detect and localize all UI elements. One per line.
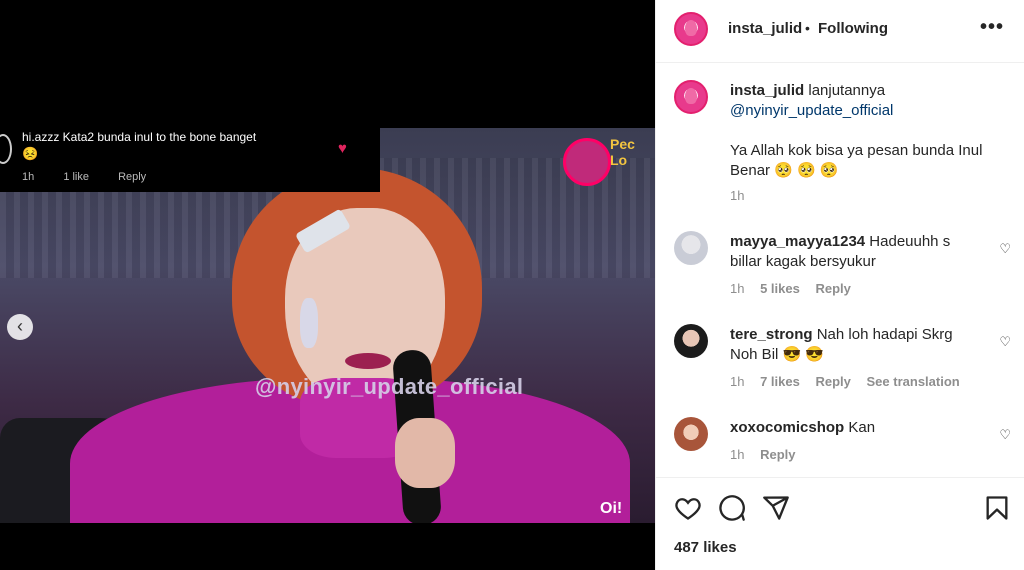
more-options-icon[interactable]: ••• [980,16,1004,39]
comment-likes[interactable]: 7 likes [760,374,800,389]
overlay-emoji: 😣 [22,146,39,161]
post-media: @nyinyir_update_official Pec Lo Oi! hi.az… [0,0,655,570]
chevron-left-icon[interactable]: ‹ [7,314,33,340]
corner-text: Oi! [600,500,623,517]
comment-icon[interactable] [718,494,746,522]
caption-text: insta_julid lanjutannya @nyinyir_update_… [730,81,970,121]
separator-dot: • [805,20,810,36]
overlay-time: 1h [22,171,35,183]
reply-button[interactable]: Reply [760,447,795,462]
post-header: insta_julid • Following ••• [656,0,1024,63]
comment-meta: 1h 5 likes Reply [730,281,851,296]
caption-time: 1h [730,188,745,203]
bookmark-icon[interactable] [983,494,1011,522]
heart-icon[interactable]: ♡ [999,427,1011,443]
instagram-logo-icon [563,138,611,186]
header-username[interactable]: insta_julid [728,20,802,37]
post-actions: 487 likes [656,477,1024,570]
overlay-heart-icon: ♥ [338,140,347,157]
video-watermark: @nyinyir_update_official [255,374,524,399]
overlay-avatar [0,134,12,164]
screenshot-comment-overlay: hi.azzz Kata2 bunda inul to the bone ban… [0,128,380,192]
heart-icon[interactable]: ♡ [999,241,1011,257]
paper-plane-icon[interactable] [762,494,790,522]
commenter-avatar[interactable] [674,324,708,358]
comment-time: 1h [730,281,745,296]
caption-username[interactable]: insta_julid [730,82,804,99]
avatar[interactable] [674,12,708,46]
comment-body: Kan [848,419,876,436]
following-button[interactable]: Following [818,20,888,37]
comment-username[interactable]: mayya_mayya1234 [730,233,865,250]
earring [300,298,318,348]
comment-meta: 1h Reply [730,447,796,462]
see-translation-button[interactable]: See translation [867,374,960,389]
hand [395,418,455,488]
comment-time: 1h [730,374,745,389]
caption-mention[interactable]: @nyinyir_update_official [730,102,893,119]
logo-text: Pec Lo [610,136,635,168]
comment-username[interactable]: xoxocomicshop [730,419,844,436]
comment-likes[interactable]: 5 likes [760,281,800,296]
likes-count[interactable]: 487 likes [674,539,737,556]
comment-username[interactable]: tere_strong [730,326,813,343]
heart-icon[interactable]: ♡ [999,334,1011,350]
overlay-likes: 1 like [63,171,89,183]
reply-button[interactable]: Reply [815,281,850,296]
comment-meta: 1h 7 likes Reply See translation [730,374,960,389]
comment-text: tere_strong Nah loh hadapi Skrg Noh Bil … [730,325,970,365]
reply-button[interactable]: Reply [815,374,850,389]
overlay-meta: 1h 1 like Reply [22,171,172,183]
comment-text: mayya_mayya1234 Hadeuuhh s billar kagak … [730,232,970,272]
heart-icon[interactable] [674,494,702,522]
caption-lead: lanjutannya [808,82,886,99]
overlay-comment-text: hi.azzz Kata2 bunda inul to the bone ban… [22,130,257,144]
caption-body: Ya Allah kok bisa ya pesan bunda Inul Be… [730,142,983,179]
commenter-avatar[interactable] [674,231,708,265]
comment-text: xoxocomicshop Kan [730,418,970,438]
lips [345,353,391,369]
comment-time: 1h [730,447,745,462]
caption-avatar[interactable] [674,80,708,114]
overlay-reply: Reply [118,171,147,183]
commenter-avatar[interactable] [674,417,708,451]
post-sidebar: insta_julid • Following ••• insta_julid … [655,0,1024,570]
